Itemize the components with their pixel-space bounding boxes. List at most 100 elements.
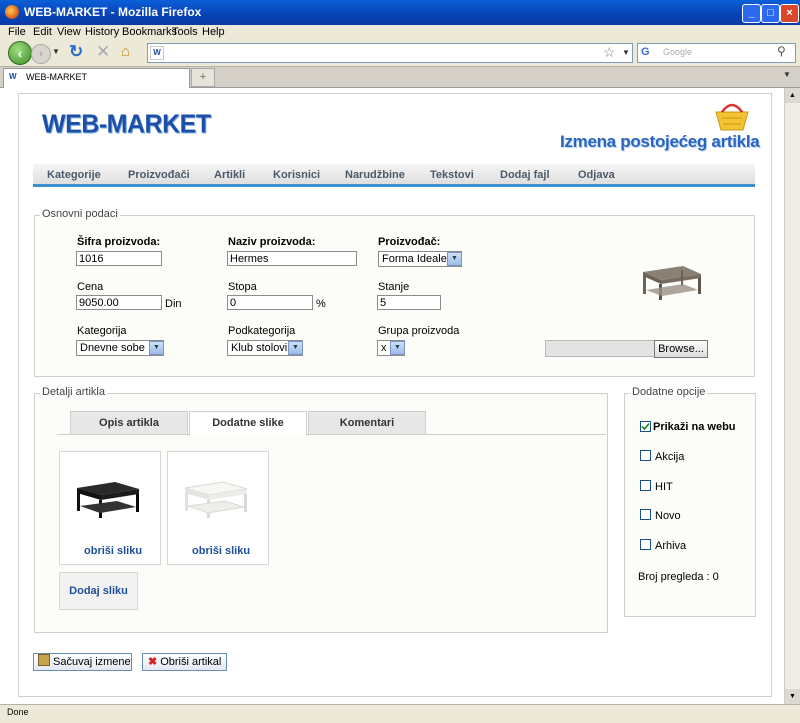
basic-data-legend: Osnovni podaci bbox=[40, 208, 120, 220]
forward-button[interactable]: › bbox=[31, 44, 51, 64]
extra-options-legend: Dodatne opcije bbox=[630, 386, 708, 398]
nav-dodaj-fajl[interactable]: Dodaj fajl bbox=[500, 169, 550, 181]
chevron-down-icon[interactable]: ▼ bbox=[288, 341, 303, 355]
menu-help[interactable]: Help bbox=[202, 25, 225, 39]
novo-label: Novo bbox=[655, 510, 681, 522]
stopa-unit: % bbox=[316, 298, 326, 310]
delete-icon: ✖ bbox=[148, 656, 158, 668]
reload-icon[interactable]: ↻ bbox=[69, 42, 83, 62]
akcija-label: Akcija bbox=[655, 451, 685, 463]
novo-checkbox[interactable] bbox=[640, 509, 651, 520]
menu-bookmarks[interactable]: Bookmarks bbox=[122, 25, 177, 39]
firefox-icon bbox=[5, 5, 19, 19]
delete-label: Obriši artikal bbox=[160, 656, 222, 668]
delete-item-button[interactable]: ✖ Obriši artikal bbox=[142, 653, 227, 671]
status-bar bbox=[0, 704, 800, 723]
back-button[interactable]: ‹ bbox=[8, 41, 32, 65]
search-bar[interactable] bbox=[637, 43, 796, 63]
nav-narudzbine[interactable]: Narudžbine bbox=[345, 169, 405, 181]
basket-icon bbox=[715, 103, 749, 131]
arhiva-label: Arhiva bbox=[655, 540, 687, 552]
search-icon[interactable]: ⚲ bbox=[777, 44, 786, 58]
product-image bbox=[643, 266, 701, 300]
check-icon bbox=[641, 422, 650, 431]
browse-button[interactable]: Browse... bbox=[654, 340, 708, 358]
url-dropdown-icon[interactable]: ▼ bbox=[622, 48, 630, 57]
save-label: Sačuvaj izmene bbox=[53, 656, 131, 668]
tab-favicon-icon: W bbox=[9, 72, 17, 81]
details-legend: Detalji artikla bbox=[40, 386, 107, 398]
menu-history[interactable]: History bbox=[85, 25, 119, 39]
close-button[interactable]: × bbox=[780, 4, 799, 23]
tab-opis-artikla[interactable]: Opis artikla bbox=[70, 411, 188, 435]
menu-edit[interactable]: Edit bbox=[33, 25, 52, 39]
extra-image-black-table bbox=[77, 482, 139, 518]
new-tab-button[interactable]: + bbox=[191, 68, 215, 87]
podkategorija-label: Podkategorija bbox=[228, 325, 296, 337]
nav-kategorije[interactable]: Kategorije bbox=[47, 169, 101, 181]
delete-image-link[interactable]: obriši sliku bbox=[84, 545, 142, 557]
tab-komentari[interactable]: Komentari bbox=[308, 411, 426, 435]
extra-image-white-table bbox=[184, 481, 248, 518]
minimize-button[interactable]: _ bbox=[742, 4, 761, 23]
stanje-input[interactable]: 5 bbox=[377, 295, 441, 310]
file-path-field[interactable] bbox=[545, 340, 655, 357]
cena-unit: Din bbox=[165, 298, 182, 310]
prikazi-checkbox[interactable] bbox=[640, 421, 651, 432]
stop-icon[interactable]: ✕ bbox=[96, 42, 110, 62]
grupa-value: x bbox=[381, 342, 387, 354]
stopa-label: Stopa bbox=[228, 281, 257, 293]
stopa-input[interactable]: 0 bbox=[227, 295, 313, 310]
sifra-input[interactable]: 1016 bbox=[76, 251, 162, 266]
akcija-checkbox[interactable] bbox=[640, 450, 651, 461]
vertical-scrollbar[interactable] bbox=[784, 88, 800, 704]
chevron-down-icon[interactable]: ▼ bbox=[390, 341, 405, 355]
nav-odjava[interactable]: Odjava bbox=[578, 169, 615, 181]
status-text: Done bbox=[7, 707, 29, 717]
maximize-button[interactable]: □ bbox=[761, 4, 780, 23]
tab-label: WEB-MARKET bbox=[26, 72, 88, 82]
stanje-label: Stanje bbox=[378, 281, 410, 293]
home-icon[interactable]: ⌂ bbox=[121, 43, 130, 60]
scroll-up-icon[interactable]: ▲ bbox=[785, 88, 800, 103]
tab-dodatne-slike[interactable]: Dodatne slike bbox=[189, 411, 307, 436]
add-image-button[interactable]: Dodaj sliku bbox=[59, 572, 138, 610]
menu-file[interactable]: File bbox=[8, 25, 26, 39]
view-count: Broj pregleda : 0 bbox=[638, 571, 719, 583]
site-logo[interactable]: WEB-MARKET bbox=[42, 109, 211, 139]
proizvodjac-value: Forma Ideale bbox=[382, 253, 447, 265]
grupa-label: Grupa proizvoda bbox=[378, 325, 460, 337]
naziv-label: Naziv proizvoda: bbox=[228, 236, 316, 248]
scroll-down-icon[interactable]: ▼ bbox=[785, 689, 800, 704]
url-bar[interactable] bbox=[147, 43, 633, 63]
chevron-down-icon[interactable]: ▼ bbox=[149, 341, 164, 355]
bookmark-star-icon[interactable]: ☆ bbox=[603, 44, 616, 61]
menu-view[interactable]: View bbox=[57, 25, 81, 39]
chevron-down-icon[interactable]: ▼ bbox=[447, 252, 462, 266]
naziv-input[interactable]: Hermes bbox=[227, 251, 357, 266]
save-button[interactable]: Sačuvaj izmene bbox=[33, 653, 132, 671]
google-icon[interactable]: G bbox=[641, 46, 653, 58]
history-dropdown-icon[interactable]: ▼ bbox=[52, 47, 60, 56]
nav-artikli[interactable]: Artikli bbox=[214, 169, 245, 181]
sifra-label: Šifra proizvoda: bbox=[77, 236, 161, 248]
site-favicon-icon: W bbox=[150, 46, 164, 60]
kategorija-label: Kategorija bbox=[77, 325, 127, 337]
prikazi-label: Prikaži na webu bbox=[653, 421, 736, 433]
arhiva-checkbox[interactable] bbox=[640, 539, 651, 550]
window-title: WEB-MARKET - Mozilla Firefox bbox=[24, 5, 202, 19]
hit-label: HIT bbox=[655, 481, 673, 493]
nav-korisnici[interactable]: Korisnici bbox=[273, 169, 320, 181]
tab-list-icon[interactable]: ▼ bbox=[783, 70, 791, 79]
page-title: Izmena postojećeg artikla bbox=[560, 132, 760, 151]
search-placeholder: Google bbox=[663, 47, 693, 57]
save-icon bbox=[38, 654, 50, 666]
cena-input[interactable]: 9050.00 bbox=[76, 295, 162, 310]
hit-checkbox[interactable] bbox=[640, 480, 651, 491]
menu-tools[interactable]: Tools bbox=[172, 25, 198, 39]
delete-image-link[interactable]: obriši sliku bbox=[192, 545, 250, 557]
cena-label: Cena bbox=[77, 281, 104, 293]
nav-tekstovi[interactable]: Tekstovi bbox=[430, 169, 474, 181]
nav-proizvodjaci[interactable]: Proizvođači bbox=[128, 169, 190, 181]
kategorija-value: Dnevne sobe bbox=[80, 342, 145, 354]
